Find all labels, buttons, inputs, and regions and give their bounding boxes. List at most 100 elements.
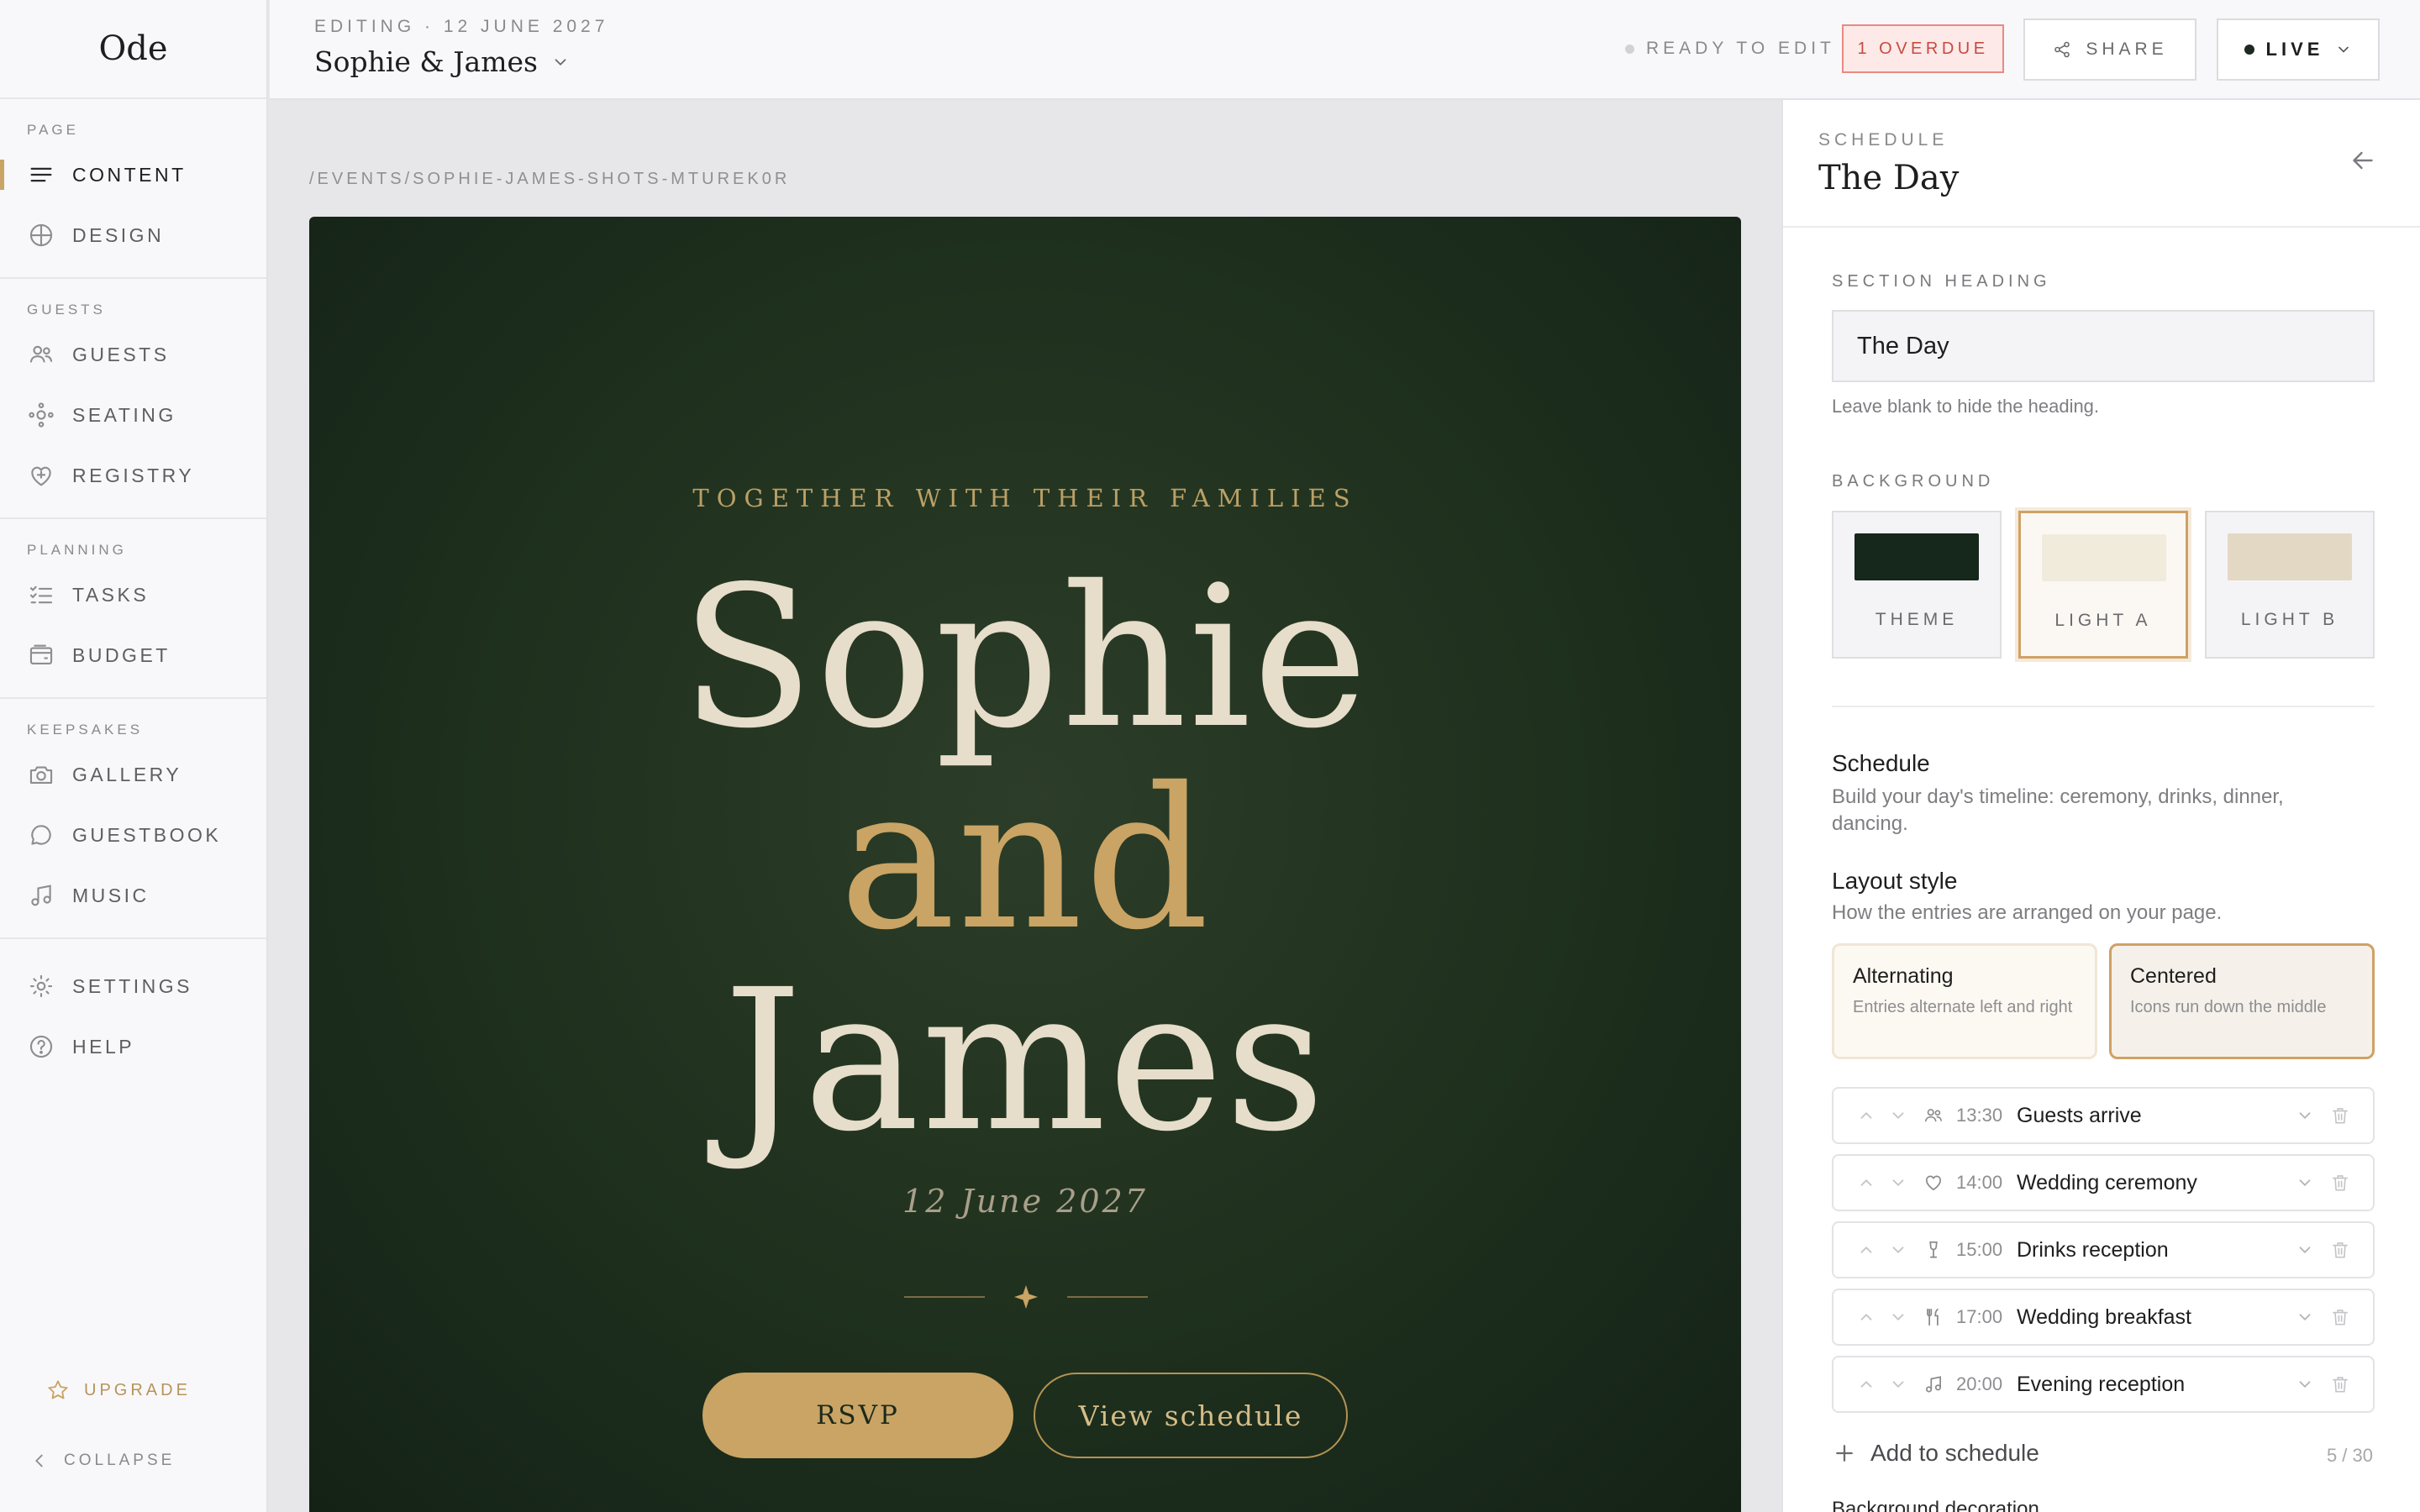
chevron-down-icon[interactable] <box>1889 1375 1907 1394</box>
music-note-icon <box>1926 1376 1941 1393</box>
glass-icon <box>1929 1241 1938 1258</box>
wallet-icon <box>29 644 53 664</box>
hero-and: and <box>839 746 1212 973</box>
nav-section-label: GUESTS <box>27 302 106 318</box>
users-icon <box>29 345 53 363</box>
hero-date: 12 June 2027 <box>902 1183 1148 1220</box>
chevron-down-icon[interactable] <box>2296 1173 2314 1192</box>
schedule-entry[interactable]: 13:30 Guests arrive <box>1832 1087 2375 1144</box>
rsvp-label: RSVP <box>816 1400 900 1431</box>
sidebar-item-gallery[interactable]: GALLERY <box>0 744 266 805</box>
sidebar-item-content[interactable]: CONTENT <box>0 144 266 205</box>
site-switcher[interactable]: Sophie & James <box>314 45 570 78</box>
sidebar-item-label: BUDGET <box>72 643 171 666</box>
sidebar: Ode PAGE CONTENT DESIGN GUESTS GUESTS SE… <box>0 0 268 1512</box>
sidebar-item-guests[interactable]: GUESTS <box>0 324 266 385</box>
chevron-down-icon[interactable] <box>1889 1173 1907 1192</box>
chevron-down-icon[interactable] <box>1889 1308 1907 1326</box>
back-arrow-icon[interactable] <box>2348 145 2378 176</box>
rsvp-button[interactable]: RSVP <box>702 1373 1013 1458</box>
background-option-light-a[interactable]: LIGHT A <box>2018 511 2188 659</box>
live-label: LIVE <box>2265 39 2324 60</box>
chevron-up-icon[interactable] <box>1857 1308 1876 1326</box>
chevron-up-icon[interactable] <box>1857 1375 1876 1394</box>
app-logo[interactable]: Ode <box>0 0 266 99</box>
entry-name: Wedding breakfast <box>2017 1305 2191 1329</box>
save-status: READY TO EDIT <box>1625 39 1835 59</box>
chevron-up-icon[interactable] <box>1857 1241 1876 1259</box>
share-button[interactable]: SHARE <box>2023 18 2196 81</box>
layout-option-alternating[interactable]: Alternating Entries alternate left and r… <box>1832 943 2097 1059</box>
page-path: /EVENTS/SOPHIE-JAMES-SHOTS-MTUREK0R <box>309 170 791 188</box>
sidebar-item-tasks[interactable]: TASKS <box>0 564 266 625</box>
chevron-up-icon[interactable] <box>1857 1106 1876 1125</box>
sidebar-item-label: CONTENT <box>72 163 187 186</box>
globe-icon <box>29 223 53 247</box>
nav-section-system: SETTINGS HELP <box>0 939 266 1089</box>
live-dot <box>2244 45 2254 55</box>
sidebar-item-help[interactable]: HELP <box>0 1016 266 1077</box>
view-schedule-button[interactable]: View schedule <box>1034 1373 1348 1458</box>
background-option-theme[interactable]: THEME <box>1832 511 2002 659</box>
schedule-description: Build your day's timeline: ceremony, dri… <box>1832 785 2284 835</box>
sidebar-item-settings[interactable]: SETTINGS <box>0 956 266 1016</box>
entry-name: Guests arrive <box>2017 1103 2142 1127</box>
chevron-down-icon[interactable] <box>1889 1241 1907 1259</box>
gift-heart-icon <box>31 466 51 486</box>
hero-name-second: James <box>723 948 1327 1174</box>
background-label: BACKGROUND <box>1832 472 1995 491</box>
background-decoration-heading: Background decoration <box>1832 1498 2039 1512</box>
chevron-down-icon[interactable] <box>2296 1241 2314 1259</box>
chevron-down-icon <box>555 58 566 66</box>
schedule-entry[interactable]: 17:00 Wedding breakfast <box>1832 1289 2375 1346</box>
upgrade-label: UPGRADE <box>84 1380 191 1399</box>
entry-time: 20:00 <box>1956 1373 2003 1394</box>
sidebar-item-guestbook[interactable]: GUESTBOOK <box>0 805 266 865</box>
sidebar-item-seating[interactable]: SEATING <box>0 385 266 445</box>
trash-icon[interactable] <box>2329 1105 2351 1126</box>
nav-section-label: PLANNING <box>27 542 127 558</box>
plus-icon <box>1836 1445 1853 1462</box>
background-swatch <box>2042 534 2166 581</box>
camera-icon <box>29 766 53 784</box>
sidebar-item-label: GUESTS <box>72 343 170 365</box>
help-circle-icon <box>29 1035 53 1058</box>
view-schedule-label: View schedule <box>1078 1399 1303 1432</box>
sidebar-item-label: MUSIC <box>72 884 150 906</box>
layout-option-centered[interactable]: Centered Icons run down the middle <box>2109 943 2375 1059</box>
schedule-entry[interactable]: 20:00 Evening reception <box>1832 1356 2375 1413</box>
trash-icon[interactable] <box>2329 1306 2351 1328</box>
sidebar-item-design[interactable]: DESIGN <box>0 205 266 265</box>
background-option-light-b[interactable]: LIGHT B <box>2205 511 2375 659</box>
sidebar-item-budget[interactable]: BUDGET <box>0 625 266 685</box>
chevron-down-icon <box>2338 46 2349 53</box>
hero-preview[interactable]: TOGETHER WITH THEIR FAMILIES Sophie and … <box>309 217 1741 1512</box>
trash-icon[interactable] <box>2329 1373 2351 1395</box>
upgrade-button[interactable]: UPGRADE <box>45 1378 191 1403</box>
chevron-down-icon[interactable] <box>1889 1106 1907 1125</box>
lines-icon <box>30 167 52 182</box>
chevron-down-icon[interactable] <box>2296 1106 2314 1125</box>
section-heading-input[interactable] <box>1832 310 2375 382</box>
background-option-label: LIGHT B <box>2240 610 2339 629</box>
music-note-icon <box>31 885 51 906</box>
sidebar-item-music[interactable]: MUSIC <box>0 865 266 926</box>
schedule-count: 5 / 30 <box>2326 1445 2373 1466</box>
schedule-entry[interactable]: 15:00 Drinks reception <box>1832 1221 2375 1278</box>
chevron-down-icon[interactable] <box>2296 1375 2314 1394</box>
schedule-entry[interactable]: 14:00 Wedding ceremony <box>1832 1154 2375 1211</box>
live-status-dropdown[interactable]: LIVE <box>2217 18 2380 81</box>
overdue-badge[interactable]: 1 OVERDUE <box>1842 24 2004 73</box>
star-icon <box>48 1380 68 1399</box>
trash-icon[interactable] <box>2329 1172 2351 1194</box>
entry-time: 13:30 <box>1956 1105 2003 1126</box>
add-to-schedule-button[interactable]: Add to schedule <box>1832 1440 2039 1467</box>
entry-time: 14:00 <box>1956 1172 2003 1193</box>
collapse-button[interactable]: COLLAPSE <box>30 1452 175 1470</box>
ornament-divider <box>904 1285 1148 1309</box>
chevron-down-icon[interactable] <box>2296 1308 2314 1326</box>
chevron-up-icon[interactable] <box>1857 1173 1876 1192</box>
sidebar-item-registry[interactable]: REGISTRY <box>0 445 266 506</box>
seating-icon <box>29 402 54 428</box>
trash-icon[interactable] <box>2329 1239 2351 1261</box>
